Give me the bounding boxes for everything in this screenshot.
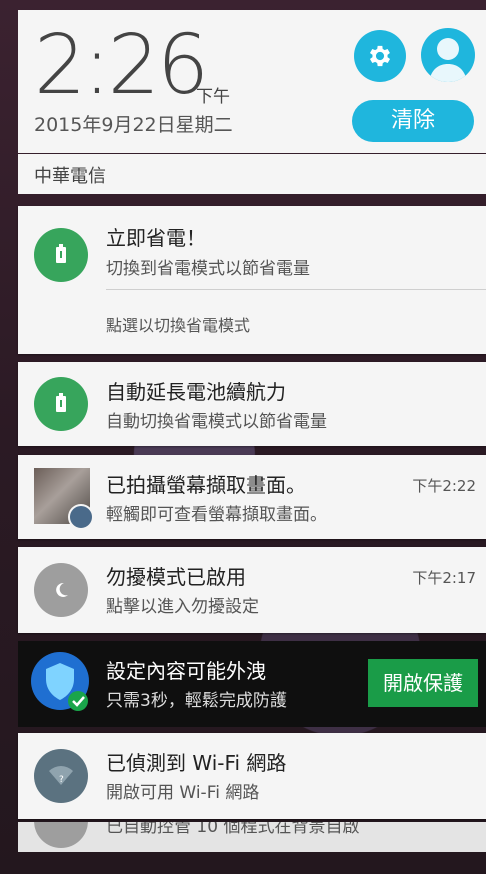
notification-subtitle: 只需3秒，輕鬆完成防護 — [106, 691, 287, 711]
carrier-bar: 中華電信 — [18, 154, 486, 194]
user-avatar-button[interactable] — [421, 28, 475, 82]
notification-subtitle: 切換到省電模式以節省電量 — [106, 259, 310, 279]
notification-battery-extend[interactable]: 自動延長電池續航力 自動切換省電模式以節省電量 — [18, 362, 486, 446]
quick-settings-header: 2:26 下午 2015年9月22日星期二 清除 — [18, 10, 486, 153]
notification-do-not-disturb[interactable]: 勿擾模式已啟用 點擊以進入勿擾設定 下午2:17 — [18, 547, 486, 633]
battery-saver-icon — [34, 377, 88, 431]
notification-subtitle: 自動切換省電模式以節省電量 — [106, 412, 327, 432]
battery-saver-icon — [34, 228, 88, 282]
notification-action[interactable]: 點選以切換省電模式 — [106, 312, 250, 336]
notification-title: 自動延長電池續航力 — [106, 380, 286, 404]
clock-time: 2:26 — [34, 18, 209, 113]
notification-subtitle: 開啟可用 Wi-Fi 網路 — [106, 783, 260, 803]
notification-power-save-now[interactable]: 立即省電！ 切換到省電模式以節省電量 點選以切換省電模式 — [18, 206, 486, 354]
wifi-icon: ? — [34, 749, 88, 803]
notification-title: 設定內容可能外洩 — [106, 659, 266, 683]
notification-time: 下午2:22 — [412, 477, 476, 495]
app-icon — [34, 822, 88, 848]
gear-icon — [369, 45, 391, 67]
settings-button[interactable] — [354, 30, 406, 82]
svg-text:?: ? — [59, 775, 64, 785]
date-label: 2015年9月22日星期二 — [34, 114, 233, 136]
notification-title: 立即省電！ — [106, 226, 206, 250]
notification-title: 勿擾模式已啟用 — [106, 565, 246, 589]
notification-title: 已自動控管 10 個程式在背景自啟 — [106, 822, 360, 837]
moon-icon — [34, 563, 88, 617]
notification-title: 已拍攝螢幕擷取畫面。 — [106, 473, 306, 497]
notification-wifi-detected[interactable]: ? 已偵測到 Wi-Fi 網路 開啟可用 Wi-Fi 網路 — [18, 733, 486, 819]
divider — [106, 289, 486, 290]
person-icon — [429, 38, 467, 82]
notification-time: 下午2:17 — [412, 569, 476, 587]
notification-title: 已偵測到 Wi-Fi 網路 — [106, 751, 287, 775]
notification-partial-autostart[interactable]: 已自動控管 10 個程式在背景自啟 — [18, 822, 486, 852]
clear-all-button[interactable]: 清除 — [352, 100, 474, 142]
screenshot-thumbnail — [34, 468, 94, 530]
notification-screenshot[interactable]: 已拍攝螢幕擷取畫面。 輕觸即可查看螢幕擷取畫面。 下午2:22 — [18, 455, 486, 539]
notification-subtitle: 輕觸即可查看螢幕擷取畫面。 — [106, 505, 327, 525]
notification-security-alert[interactable]: 設定內容可能外洩 只需3秒，輕鬆完成防護 開啟保護 — [18, 641, 486, 727]
notification-subtitle: 點擊以進入勿擾設定 — [106, 597, 259, 617]
image-badge-icon — [68, 504, 94, 530]
enable-protection-button[interactable]: 開啟保護 — [368, 659, 478, 707]
shield-icon — [30, 651, 92, 713]
carrier-label: 中華電信 — [34, 166, 106, 187]
clock-ampm: 下午 — [196, 87, 230, 107]
